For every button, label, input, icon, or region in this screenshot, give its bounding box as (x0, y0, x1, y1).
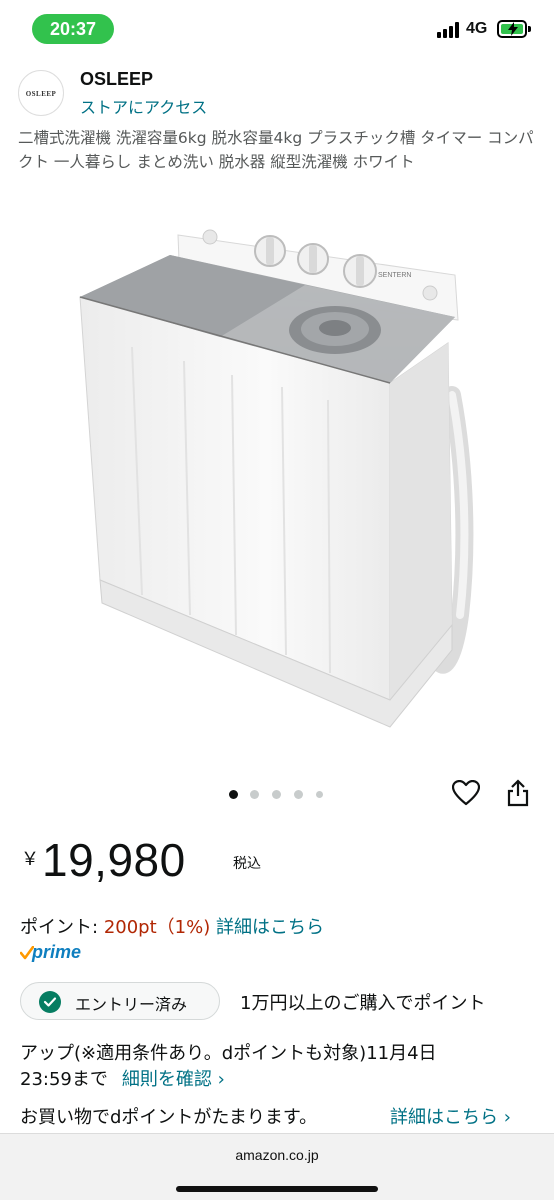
product-title: 二槽式洗濯機 洗濯容量6kg 脱水容量4kg プラスチック槽 タイマー コンパク… (18, 129, 534, 171)
store-logo[interactable]: OSLEEP (18, 70, 64, 116)
status-bar: 20:37 4G (0, 0, 554, 62)
brand-label: SENTERN (378, 272, 411, 279)
signal-icon (437, 22, 461, 38)
home-indicator[interactable] (176, 1186, 378, 1192)
status-time[interactable]: 20:37 (32, 14, 114, 44)
wishlist-heart-icon[interactable] (451, 779, 481, 810)
visit-store-link[interactable]: ストアにアクセス (80, 94, 207, 118)
store-name[interactable]: OSLEEP (80, 69, 153, 90)
dpoint-text: お買い物でdポイントがたまります。 (20, 1107, 318, 1128)
carousel-dot[interactable] (316, 791, 323, 798)
points-value: 200pt（1%) (103, 917, 211, 938)
points-row: ポイント: 200pt（1%) 詳細はこちら (20, 913, 324, 939)
dpoint-detail-link[interactable]: 詳細はこちら › (390, 1103, 511, 1129)
promotion-text-1: 1万円以上のご購入でポイント (240, 993, 486, 1014)
check-circle-icon (39, 991, 61, 1013)
carousel-dot[interactable] (294, 790, 303, 799)
battery-charging-icon (497, 20, 531, 38)
carousel-dot[interactable] (272, 790, 281, 799)
browser-bottom-bar: amazon.co.jp (0, 1133, 554, 1200)
currency-symbol: ￥ (21, 849, 39, 870)
entry-done-label: エントリー済み (75, 995, 188, 1014)
promotion-deadline: 23:59まで (20, 1069, 108, 1090)
points-label: ポイント: (20, 917, 99, 938)
promotion-text-3: 23:59まで 細則を確認 › (20, 1065, 225, 1091)
carousel-dot[interactable] (250, 790, 259, 799)
url-bar[interactable]: amazon.co.jp (0, 1147, 554, 1163)
carousel-dot[interactable] (229, 790, 238, 799)
share-icon[interactable] (506, 779, 530, 811)
network-type: 4G (466, 20, 488, 37)
promotion-text-2: アップ(※適用条件あり。dポイントも対象)11月4日 (20, 1043, 437, 1064)
points-detail-link[interactable]: 詳細はこちら (216, 917, 324, 938)
tax-included-note: 税込 (233, 856, 261, 872)
price-amount: 19,980 (42, 834, 186, 886)
prime-label: prime (32, 942, 82, 962)
rules-link[interactable]: 細則を確認 › (122, 1069, 225, 1090)
product-image[interactable]: SENTERN (60, 205, 480, 750)
entry-done-button[interactable]: エントリー済み (20, 982, 220, 1020)
